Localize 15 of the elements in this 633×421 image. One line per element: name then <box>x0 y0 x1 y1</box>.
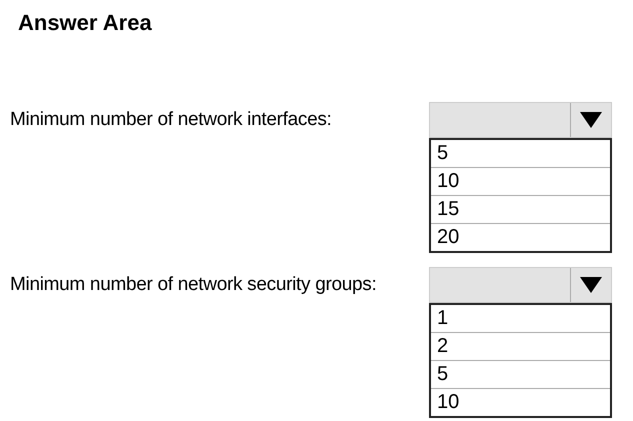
dropdown-option[interactable]: 15 <box>431 195 610 223</box>
dropdown-arrow-icon <box>580 277 602 293</box>
answer-area-title: Answer Area <box>18 9 152 37</box>
dropdown-arrow-icon <box>580 112 602 128</box>
dropdown-option[interactable]: 10 <box>431 388 610 416</box>
dropdown-field[interactable] <box>429 267 612 303</box>
dropdown-option[interactable]: 5 <box>431 360 610 388</box>
question-label: Minimum number of network interfaces: <box>10 108 333 132</box>
dropdown-option[interactable]: 2 <box>431 332 610 360</box>
dropdown-field[interactable] <box>429 102 612 138</box>
dropdown-option[interactable]: 5 <box>431 140 610 167</box>
dropdown-option[interactable]: 20 <box>431 223 610 251</box>
dropdown-option[interactable]: 1 <box>431 305 610 332</box>
dropdown-option[interactable]: 10 <box>431 167 610 195</box>
question-label: Minimum number of network security groups: <box>10 273 378 297</box>
